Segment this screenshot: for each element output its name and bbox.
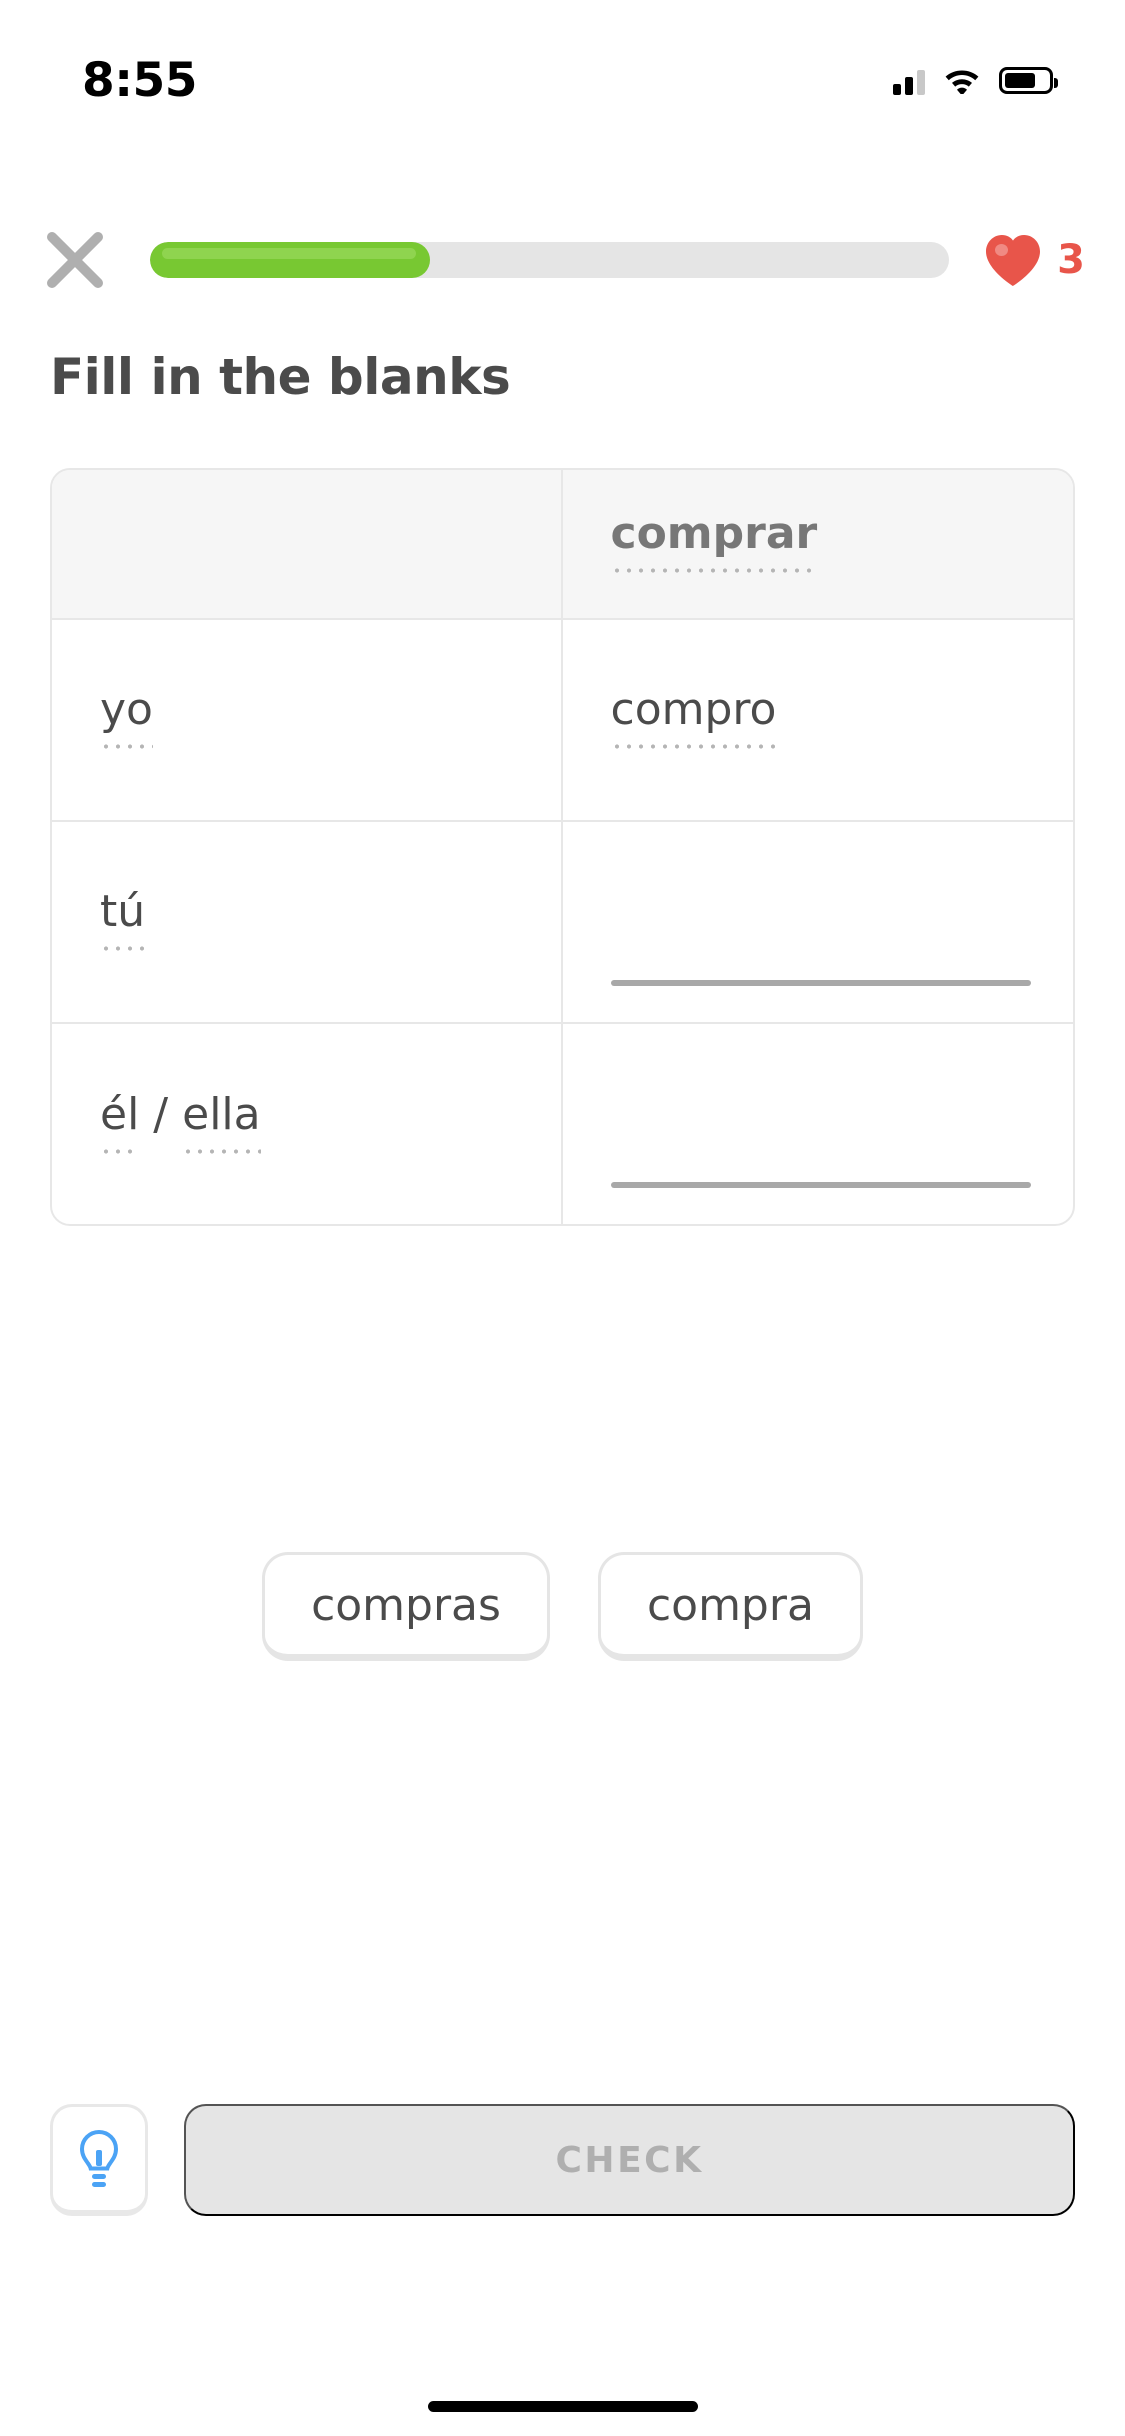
answer-options: compras compra — [0, 1552, 1125, 1661]
lesson-progress-fill — [150, 242, 430, 278]
table-header-cell-verb: comprar — [563, 470, 1074, 618]
hearts-count: 3 — [1057, 237, 1085, 283]
answer-blank-line[interactable] — [610, 1182, 1031, 1188]
check-button[interactable]: CHECK — [184, 2104, 1075, 2216]
table-cell-pronoun: yo — [52, 620, 563, 820]
wifi-icon — [943, 66, 981, 96]
close-x-icon — [47, 232, 103, 288]
status-bar-time: 8:55 — [82, 52, 197, 108]
verb-infinitive-label: comprar — [610, 509, 817, 578]
hint-button[interactable] — [50, 2104, 148, 2216]
table-cell-blank[interactable] — [563, 822, 1074, 1022]
lesson-progress-shine — [162, 248, 416, 259]
pronoun-separator: / — [153, 1088, 169, 1140]
table-cell-blank[interactable] — [563, 1024, 1074, 1224]
answer-blank-line[interactable] — [610, 980, 1031, 986]
table-header-row: comprar — [52, 470, 1073, 618]
phone-screen: 8:55 3 Fill in the blanks comprar yo com… — [0, 0, 1125, 2436]
table-cell-answer: compro — [563, 620, 1074, 820]
pronoun-label: tú — [100, 887, 146, 956]
hearts-indicator[interactable]: 3 — [983, 232, 1085, 288]
bottom-action-bar: CHECK — [0, 2090, 1125, 2230]
table-cell-pronoun: él / ella — [52, 1024, 563, 1224]
lesson-header: 3 — [0, 210, 1125, 310]
pronoun-label: yo — [100, 685, 153, 754]
answer-option-button[interactable]: compras — [262, 1552, 550, 1661]
status-bar: 8:55 — [0, 0, 1125, 132]
table-row: yo compro — [52, 618, 1073, 820]
lightbulb-icon — [79, 2129, 119, 2187]
conjugation-table: comprar yo compro tú él / ella — [50, 468, 1075, 1226]
pronoun-label-alt: ella — [182, 1090, 262, 1159]
conjugation-filled-label: compro — [610, 685, 776, 754]
home-indicator — [427, 2401, 698, 2412]
answer-option-button[interactable]: compra — [597, 1552, 863, 1661]
pronoun-label: él — [100, 1090, 140, 1159]
exercise-title: Fill in the blanks — [50, 348, 511, 406]
table-header-cell-pronoun — [52, 470, 563, 618]
heart-icon — [983, 232, 1043, 288]
table-cell-pronoun: tú — [52, 822, 563, 1022]
battery-icon — [999, 66, 1058, 94]
cellular-signal-icon — [893, 65, 925, 95]
table-row: tú — [52, 820, 1073, 1022]
table-row: él / ella — [52, 1022, 1073, 1224]
close-lesson-button[interactable] — [38, 223, 112, 297]
status-bar-icons — [893, 65, 1058, 96]
lesson-progress-bar — [150, 242, 950, 278]
